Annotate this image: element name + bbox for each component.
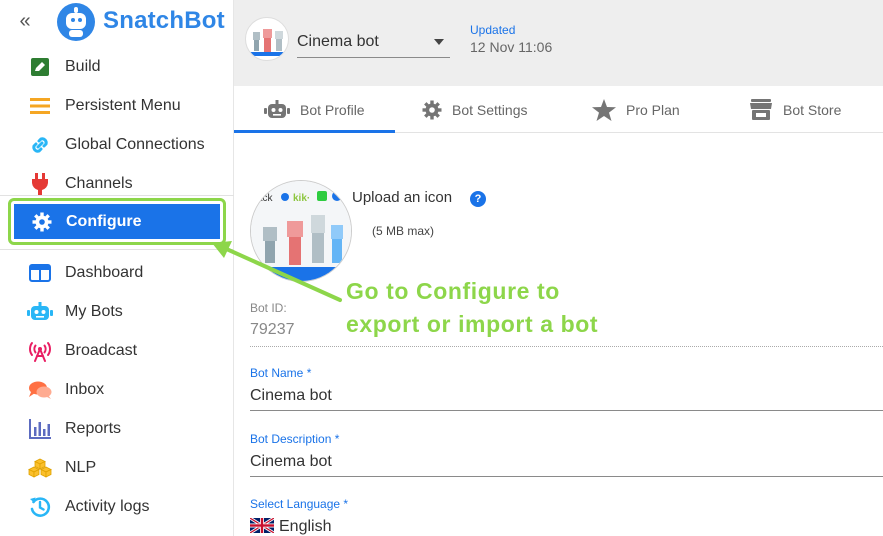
bot-name-field[interactable]: Cinema bot — [250, 387, 883, 405]
brand-name: SnatchBot — [103, 7, 225, 34]
bot-name-underline — [250, 410, 883, 411]
tab-label: Bot Profile — [300, 101, 365, 118]
top-bar: Cinema bot Updated 12 Nov 11:06 — [234, 0, 883, 86]
gear-icon — [32, 212, 52, 232]
history-icon — [26, 495, 54, 519]
tab-bot-settings[interactable]: Bot Settings — [422, 86, 528, 133]
sidebar-item-label: Activity logs — [65, 498, 150, 515]
sidebar-item-persistent-menu[interactable]: Persistent Menu — [26, 91, 181, 121]
robot-icon — [26, 300, 54, 324]
double-chevron-left-icon[interactable]: « — [14, 10, 36, 32]
bot-selector-value: Cinema bot — [297, 32, 379, 50]
configure-highlight: Configure — [8, 198, 226, 245]
snatchbot-logo-icon — [57, 3, 95, 41]
bot-selector[interactable]: Cinema bot — [297, 26, 450, 58]
sidebar-item-my-bots[interactable]: My Bots — [26, 297, 123, 327]
menu-lines-icon — [26, 94, 54, 118]
pencil-square-icon — [26, 55, 54, 79]
language-select[interactable]: English — [250, 518, 883, 536]
sidebar-item-dashboard[interactable]: Dashboard — [26, 258, 143, 288]
sidebar-item-build[interactable]: Build — [26, 52, 101, 82]
robot-icon — [264, 99, 290, 120]
bot-description-label: Bot Description * — [250, 432, 340, 446]
sidebar: « SnatchBot Build Persistent Menu Global… — [0, 0, 234, 536]
sidebar-item-inbox[interactable]: Inbox — [26, 375, 104, 405]
cubes-icon — [26, 456, 54, 480]
tab-label: Bot Store — [783, 101, 842, 118]
sidebar-item-label: Channels — [65, 175, 133, 192]
tab-bar: Bot Profile Bot Settings Pro Plan Bot St… — [234, 86, 883, 133]
bot-description-underline — [250, 476, 883, 477]
sidebar-divider — [0, 195, 234, 196]
bot-id-underline — [250, 346, 883, 347]
caret-down-icon — [434, 39, 444, 45]
sidebar-item-label: Dashboard — [65, 264, 144, 281]
language-value: English — [279, 518, 332, 535]
sidebar-item-label: Global Connections — [65, 136, 205, 153]
tab-bot-profile[interactable]: Bot Profile — [264, 86, 365, 133]
tab-label: Bot Settings — [452, 101, 528, 118]
sidebar-item-label: Configure — [66, 212, 142, 230]
svg-text:ack: ack — [257, 193, 274, 204]
bot-avatar[interactable] — [245, 17, 289, 61]
sidebar-item-label: My Bots — [65, 303, 123, 320]
bar-chart-icon — [26, 417, 54, 441]
tab-label: Pro Plan — [626, 101, 680, 118]
chat-bubbles-icon — [26, 378, 54, 402]
sidebar-divider — [0, 249, 234, 250]
bot-icon-upload-preview[interactable]: ack kik· — [250, 180, 352, 282]
upload-size-hint: (5 MB max) — [372, 224, 435, 238]
app-root: « SnatchBot Build Persistent Menu Global… — [0, 0, 883, 536]
plug-icon — [26, 172, 54, 196]
sidebar-item-activity-logs[interactable]: Activity logs — [26, 492, 149, 522]
updated-label: Updated — [470, 23, 516, 37]
dashboard-icon — [26, 261, 54, 285]
tab-pro-plan[interactable]: Pro Plan — [592, 86, 680, 133]
sidebar-item-label: Persistent Menu — [65, 97, 181, 114]
sidebar-item-label: Broadcast — [65, 342, 138, 359]
help-icon[interactable]: ? — [470, 191, 486, 207]
sidebar-item-label: NLP — [65, 459, 97, 476]
sidebar-item-label: Inbox — [65, 381, 105, 398]
gear-icon — [422, 100, 442, 120]
sidebar-item-nlp[interactable]: NLP — [26, 453, 96, 483]
sidebar-item-label: Reports — [65, 420, 122, 437]
language-label: Select Language * — [250, 497, 349, 511]
link-icon — [26, 133, 54, 157]
annotation-callout: Go to Configure to export or import a bo… — [346, 275, 598, 341]
sidebar-item-reports[interactable]: Reports — [26, 414, 121, 444]
sidebar-item-broadcast[interactable]: Broadcast — [26, 336, 137, 366]
bot-name-label: Bot Name * — [250, 366, 312, 380]
active-tab-indicator — [234, 130, 395, 133]
sidebar-item-global-connections[interactable]: Global Connections — [26, 130, 205, 160]
sidebar-item-configure[interactable]: Configure — [14, 204, 220, 239]
tab-bot-store[interactable]: Bot Store — [749, 86, 841, 133]
bot-description-field[interactable]: Cinema bot — [250, 453, 883, 471]
updated-timestamp: 12 Nov 11:06 — [470, 39, 553, 55]
antenna-icon — [26, 339, 54, 363]
annotation-line-2: export or import a bot — [346, 311, 599, 337]
store-icon — [749, 98, 773, 121]
star-icon — [592, 98, 616, 121]
sidebar-item-label: Build — [65, 58, 101, 75]
bot-id-label: Bot ID: — [250, 301, 287, 315]
svg-text:kik·: kik· — [293, 193, 310, 204]
uk-flag-icon — [250, 518, 274, 533]
annotation-line-1: Go to Configure to — [346, 278, 560, 304]
upload-icon-label: Upload an icon — [352, 189, 453, 206]
